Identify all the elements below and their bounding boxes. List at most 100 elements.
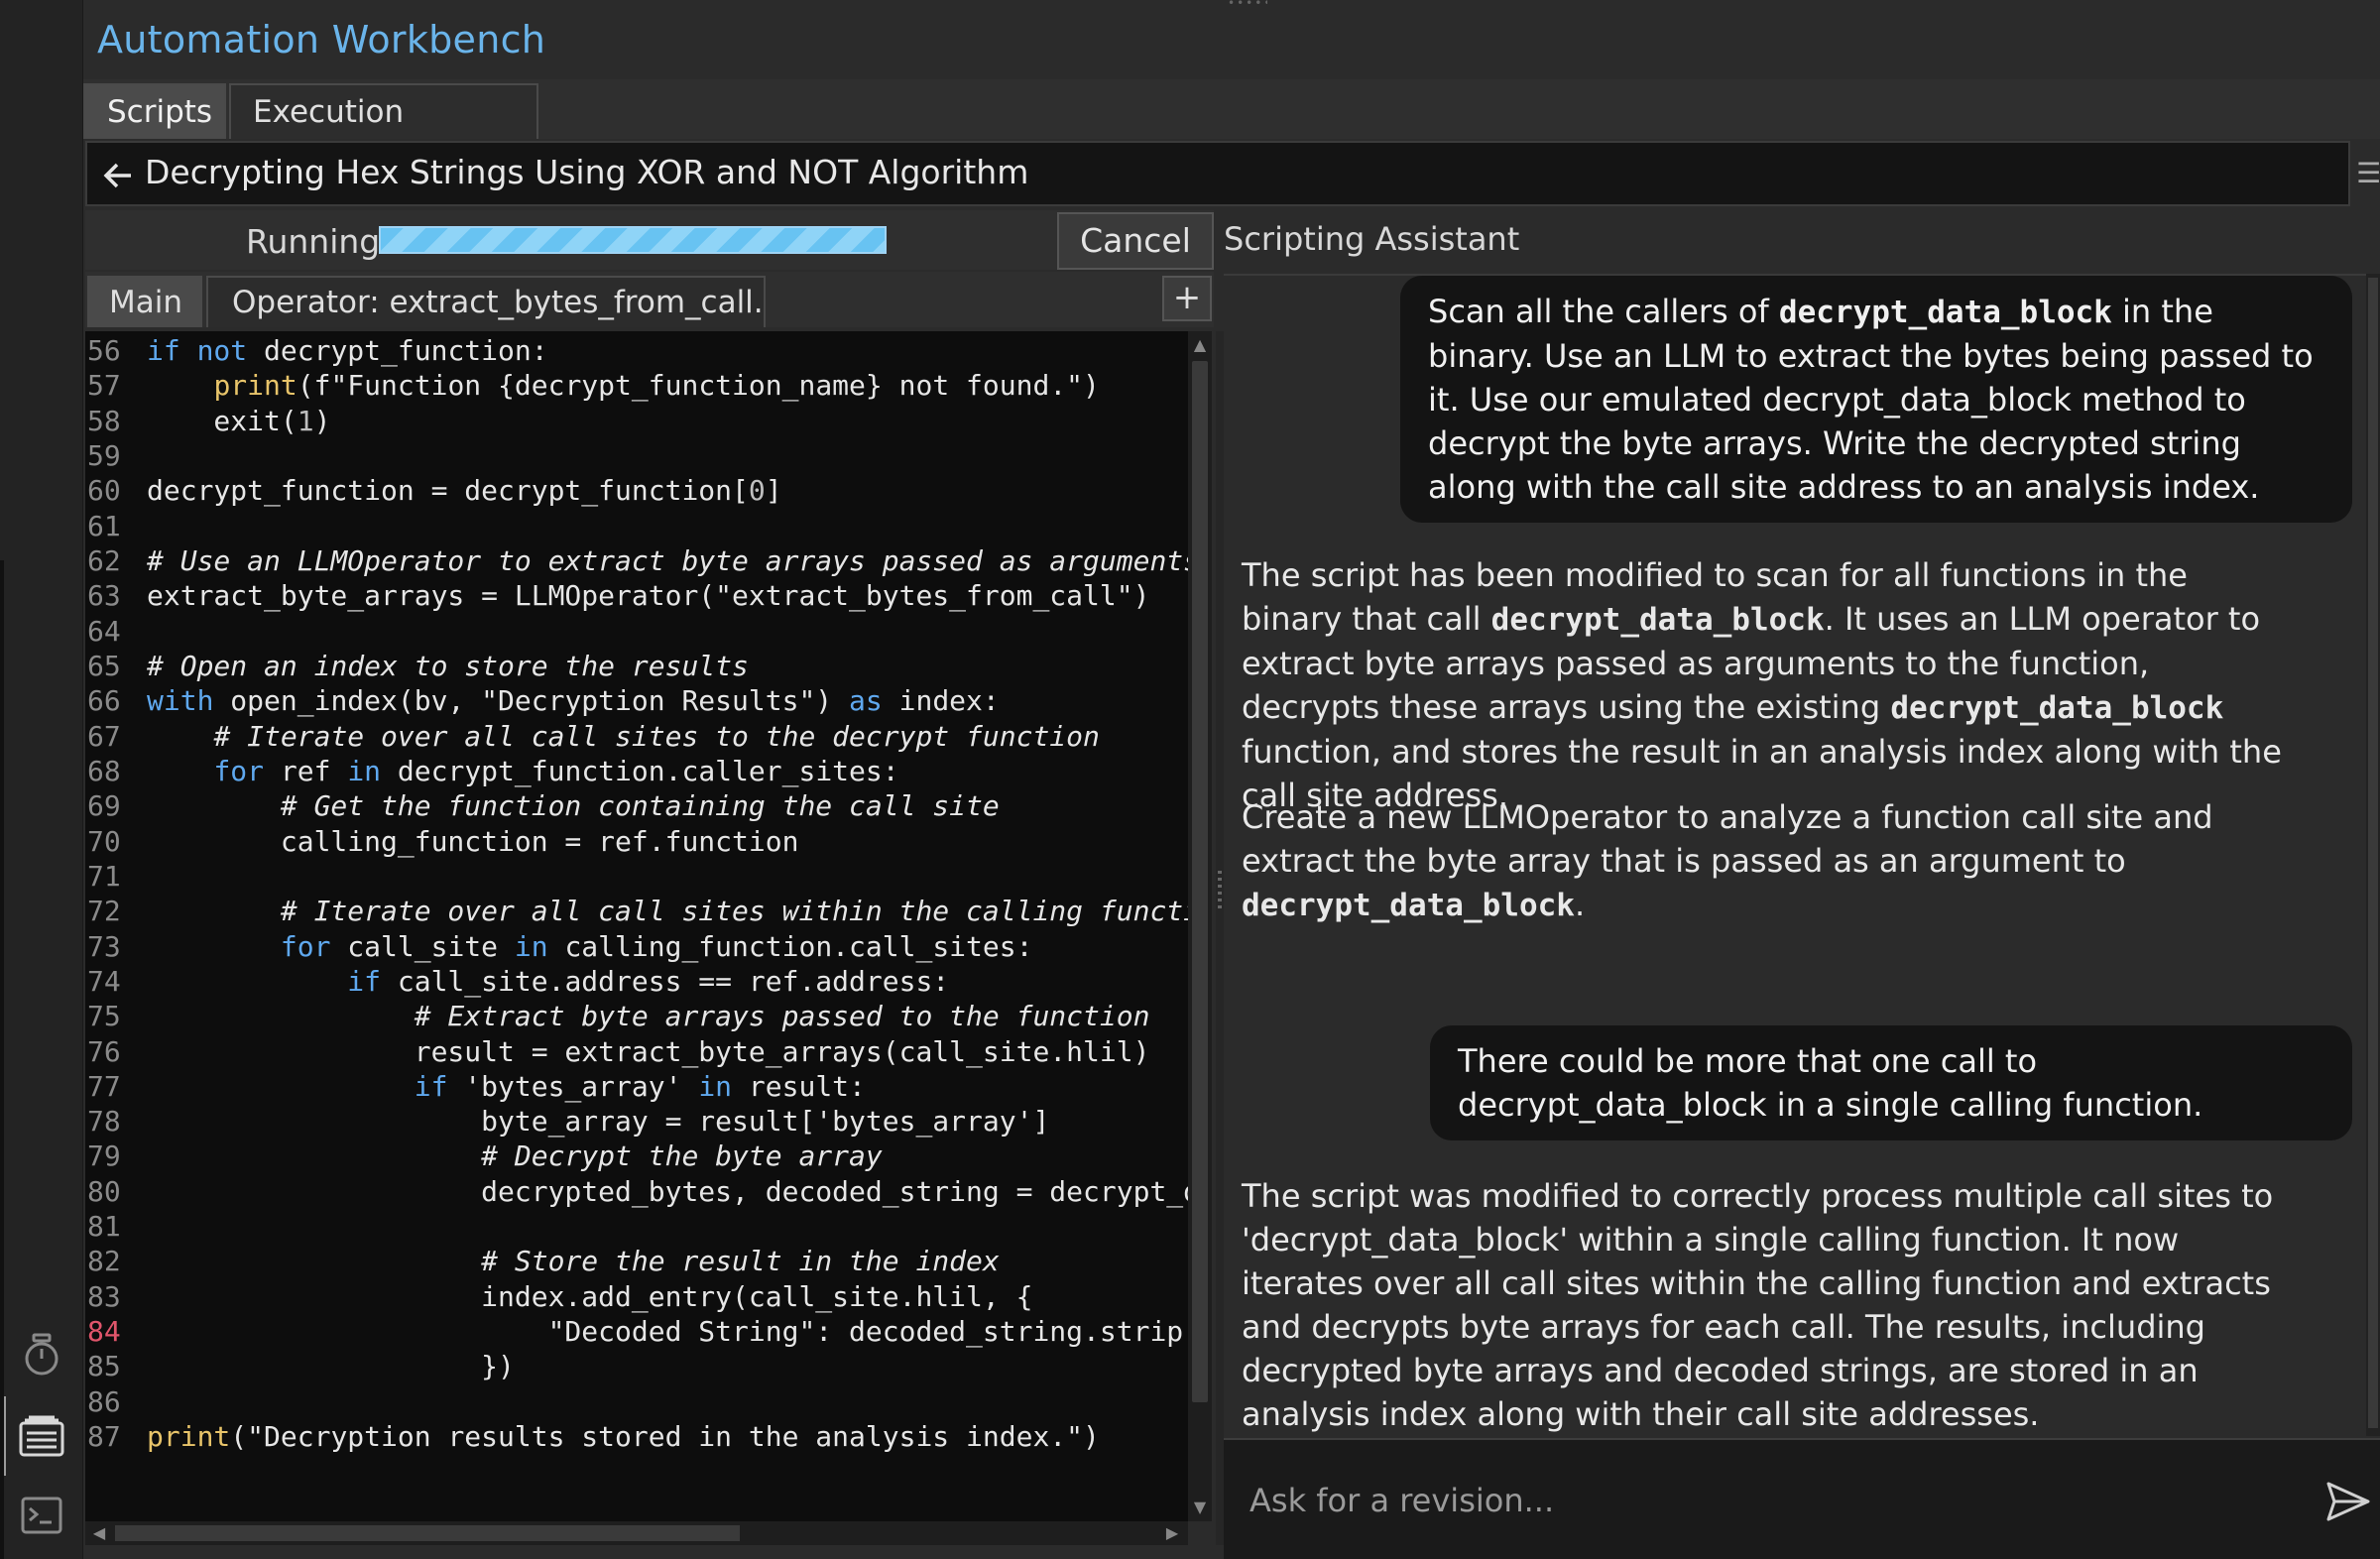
status-text: Running [246,222,381,261]
code-text: exit(1) [147,404,331,437]
assistant-message: The script has been modified to scan for… [1242,556,2282,814]
code-line[interactable]: 73 for call_site in calling_function.cal… [85,929,1188,965]
line-number: 58 [87,404,121,437]
code-line[interactable]: 81 [85,1209,1188,1245]
code-line[interactable]: 83 index.add_entry(call_site.hlil, { [85,1279,1188,1315]
code-text: # Decrypt the byte array [481,1139,883,1173]
code-line[interactable]: 56 if not decrypt_function: [85,333,1188,369]
line-number: 57 [87,369,121,403]
code-line[interactable]: 68 for ref in decrypt_function.caller_si… [85,754,1188,789]
code-line[interactable]: 74 if call_site.address == ref.address: [85,964,1188,1000]
rail-divider [0,560,4,1559]
tab-execution-monitor[interactable]: Execution Monitor [229,83,538,183]
code-text: for call_site in calling_function.call_s… [280,929,1033,963]
code-text: decrypt_function = decrypt_function[0] [147,474,782,508]
line-number: 59 [87,438,121,472]
chat-scroll-thumb[interactable] [2368,278,2378,1428]
code-line[interactable]: 67 # Iterate over all call sites to the … [85,719,1188,755]
code-text: with open_index(bv, "Decryption Results"… [147,684,1000,718]
code-line[interactable]: 86 [85,1384,1188,1420]
add-tab-button[interactable]: + [1162,276,1212,321]
app-title: Automation Workbench [97,18,546,61]
code-line[interactable]: 76 result = extract_byte_arrays(call_sit… [85,1034,1188,1070]
tab-main[interactable]: Main [87,276,202,327]
line-number: 72 [87,895,121,928]
code-line[interactable]: 84 "Decoded String": decoded_string.stri… [85,1314,1188,1350]
code-line[interactable]: 61 [85,509,1188,544]
index-list-icon[interactable] [16,1410,67,1462]
code-line[interactable]: 63 extract_byte_arrays = LLMOperator("ext… [85,578,1188,614]
code-line[interactable]: 87 print("Decryption results stored in th… [85,1419,1188,1455]
line-number: 77 [87,1069,121,1103]
line-number: 66 [87,684,121,718]
code-text: byte_array = result['bytes_array'] [147,1105,1050,1139]
editor-vertical-scroll-thumb[interactable] [1192,361,1208,1402]
splitter-grip-icon[interactable] [1218,871,1222,910]
cancel-button[interactable]: Cancel [1057,212,1214,270]
code-line[interactable]: 79 # Decrypt the byte array [85,1139,1188,1174]
assistant-message: The script was modified to correctly pro… [1242,1177,2274,1433]
editor-horizontal-scrollbar[interactable]: ◀ ▶ [85,1521,1188,1545]
scroll-down-icon[interactable]: ▼ [1190,1498,1210,1517]
code-line[interactable]: 75 # Extract byte arrays passed to the f… [85,999,1188,1034]
line-number: 74 [87,964,121,998]
line-number: 56 [87,334,121,367]
line-number: 60 [87,474,121,508]
scroll-right-icon[interactable]: ▶ [1162,1523,1182,1543]
terminal-icon[interactable] [16,1490,67,1541]
user-message: There could be more that one call to dec… [1430,1025,2352,1140]
code-text: }) [147,1350,515,1383]
editor-horizontal-scroll-thumb[interactable] [115,1525,740,1541]
scroll-up-icon[interactable]: ▲ [1190,335,1210,355]
code-line[interactable]: 71 [85,859,1188,895]
assistant-message: Create a new LLMOperator to analyze a fu… [1242,798,2213,923]
code-line[interactable]: 60 decrypt_function = decrypt_function[0] [85,473,1188,509]
line-number: 68 [87,754,121,787]
code-line[interactable]: 66 with open_index(bv, "Decryption Result… [85,683,1188,719]
revision-input[interactable] [1250,1476,2281,1525]
back-arrow-icon[interactable] [101,159,137,192]
line-number: 81 [87,1210,121,1244]
timer-icon[interactable] [16,1329,67,1380]
line-number: 73 [87,929,121,963]
tab-scripts[interactable]: Scripts [83,83,226,139]
code-text: # Extract byte arrays passed to the func… [414,1000,1150,1033]
panel-splitter[interactable] [1216,331,1224,1545]
code-text: # Store the result in the index [481,1245,1000,1278]
code-line[interactable]: 77 if 'bytes_array' in result: [85,1069,1188,1105]
code-text: extract_byte_arrays = LLMOperator("extra… [147,579,1150,613]
code-editor[interactable]: 56 if not decrypt_function: 57 print(f"Fun… [85,331,1188,1521]
editor-tab-bar: Main Operator: extract_bytes_from_call..… [85,272,1214,327]
tab-operator[interactable]: Operator: extract_bytes_from_call... [206,276,766,327]
line-number: 75 [87,1000,121,1033]
code-text: print("Decryption results stored in the … [147,1420,1100,1454]
code-line[interactable]: 69 # Get the function containing the cal… [85,788,1188,824]
code-line[interactable]: 58 exit(1) [85,404,1188,439]
code-line[interactable]: 59 [85,438,1188,474]
code-text: for ref in decrypt_function.caller_sites… [213,754,899,787]
scroll-left-icon[interactable]: ◀ [89,1523,109,1543]
code-line[interactable]: 62 # Use an LLMOperator to extract byte a… [85,543,1188,579]
code-line[interactable]: 72 # Iterate over all call sites within … [85,894,1188,929]
window-drag-handle[interactable]: •••••••• [1228,0,1267,6]
chat-input-area [1224,1438,2380,1559]
code-line[interactable]: 80 decrypted_bytes, decoded_string = dec… [85,1174,1188,1210]
code-text: calling_function = ref.function [147,824,799,858]
line-number: 62 [87,543,121,577]
editor-vertical-scrollbar[interactable]: ▲ ▼ [1188,331,1212,1521]
line-number: 61 [87,509,121,542]
code-line[interactable]: 65 # Open an index to store the results [85,649,1188,684]
send-icon[interactable] [2324,1480,2372,1523]
code-line[interactable]: 70 calling_function = ref.function [85,824,1188,860]
menu-icon[interactable]: ☰ [2356,159,2380,188]
code-line[interactable]: 64 [85,614,1188,650]
code-line[interactable]: 78 byte_array = result['bytes_array'] [85,1104,1188,1139]
line-number: 85 [87,1350,121,1383]
code-text: if call_site.address == ref.address: [347,964,950,998]
code-text: # Iterate over all call sites within the… [280,895,1188,928]
line-number: 65 [87,649,121,682]
code-line[interactable]: 57 print(f"Function {decrypt_function_na… [85,368,1188,404]
code-line[interactable]: 82 # Store the result in the index [85,1244,1188,1279]
line-number: 76 [87,1034,121,1068]
code-line[interactable]: 85 }) [85,1349,1188,1384]
